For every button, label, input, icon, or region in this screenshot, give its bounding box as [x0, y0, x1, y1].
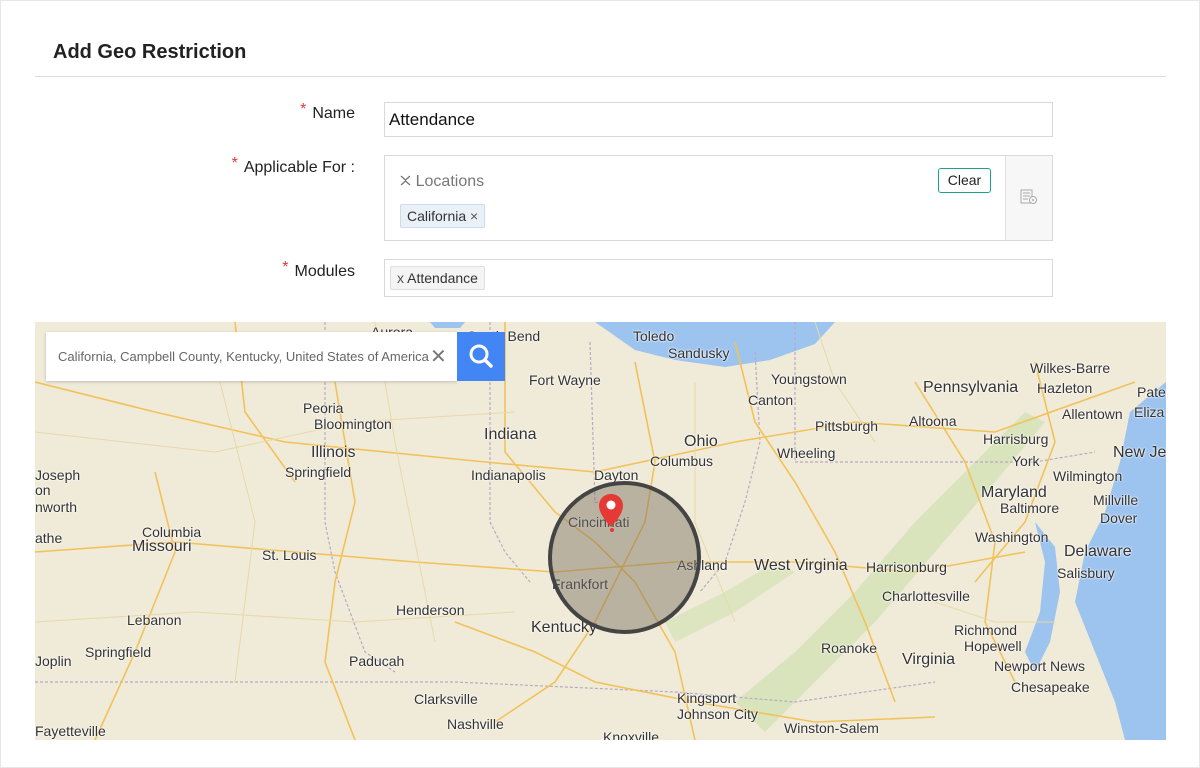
map-place-label: Harrisburg: [983, 431, 1049, 447]
map-place-label: St. Louis: [262, 547, 317, 563]
map-search-button[interactable]: [457, 332, 505, 381]
map-place-label: Indiana: [484, 426, 537, 443]
clear-button[interactable]: Clear: [938, 168, 991, 193]
required-mark: *: [282, 259, 289, 276]
map-place-label: West Virginia: [754, 557, 848, 574]
map-place-label: York: [1012, 453, 1040, 469]
map-place-label: Nashville: [447, 716, 504, 732]
geofence-radius-circle[interactable]: [548, 481, 701, 634]
list-settings-icon: [1020, 189, 1038, 210]
map-place-label: Baltimore: [1000, 500, 1060, 516]
map-place-label: Clarksville: [414, 691, 478, 707]
module-chip: x Attendance: [390, 266, 485, 290]
location-pin-icon[interactable]: [598, 493, 624, 538]
title-divider: [35, 76, 1166, 77]
map-place-label: on: [35, 482, 51, 498]
map-place-label: Henderson: [396, 602, 465, 618]
map-search-box: ✕: [46, 332, 457, 381]
map-place-label: Hopewell: [964, 638, 1022, 654]
map-place-label: Hazleton: [1037, 380, 1093, 396]
modules-field[interactable]: x Attendance: [384, 259, 1053, 297]
geo-restriction-panel: Add Geo Restriction * Name * Applicable Fo…: [0, 0, 1200, 768]
collapse-chevron-icon: [400, 174, 415, 189]
map-place-label: Indianapolis: [471, 467, 546, 483]
map-place-label: Youngstown: [771, 371, 847, 387]
map-place-label: Newport News: [994, 658, 1086, 674]
map-place-label: Charlottesville: [882, 588, 970, 604]
name-input[interactable]: [384, 102, 1053, 137]
map-place-label: nworth: [35, 499, 78, 515]
map-place-label: Ohio: [684, 433, 718, 450]
map-place-label: Springfield: [285, 464, 352, 480]
map-place-label: Canton: [748, 392, 794, 408]
map-place-label: Roanoke: [821, 640, 878, 656]
applicable-for-field[interactable]: Locations Clear California ×: [384, 155, 1053, 241]
map-place-label: Springfield: [85, 644, 152, 660]
map-place-label: Pittsburgh: [815, 418, 879, 434]
remove-chip-icon[interactable]: ×: [470, 208, 478, 224]
map-place-label: Delaware: [1064, 543, 1132, 560]
map-place-label: Sandusky: [668, 345, 730, 361]
map-place-label: Salisbury: [1057, 565, 1115, 581]
map-place-label: Columbus: [650, 453, 714, 469]
map-place-label: Joseph: [35, 467, 81, 483]
map-place-label: Washington: [975, 529, 1049, 545]
map-place-label: Virginia: [902, 651, 956, 668]
map-place-label: Wilkes-Barre: [1030, 360, 1111, 376]
map-place-label: Chesapeake: [1011, 679, 1090, 695]
map-place-label: Dover: [1100, 510, 1138, 526]
map-place-label: Knoxville: [603, 729, 660, 740]
map-place-label: New Jer: [1113, 444, 1166, 461]
map-place-label: Millville: [1093, 492, 1139, 508]
map-place-label: Joplin: [35, 653, 72, 669]
map-place-label: Kingsport: [677, 690, 737, 706]
map-place-label: Fort Wayne: [529, 372, 601, 388]
search-icon: [457, 344, 505, 385]
map-search-input[interactable]: [46, 332, 446, 381]
map-place-label: Wilmington: [1053, 468, 1123, 484]
map-place-label: Illinois: [311, 444, 356, 461]
remove-chip-icon[interactable]: x: [397, 270, 404, 286]
map-place-label: Fayetteville: [35, 723, 106, 739]
map-place-label: Pate: [1137, 384, 1166, 400]
map-view[interactable]: AuroraSouth BendToledoSanduskyWilkes-Bar…: [35, 322, 1166, 740]
map-place-label: athe: [35, 530, 63, 546]
location-chip-label: California: [407, 208, 467, 224]
map-place-label: Altoona: [909, 413, 957, 429]
map-place-label: Pennsylvania: [923, 379, 1019, 396]
map-place-label: Bloomington: [314, 416, 392, 432]
map-place-label: Richmond: [954, 622, 1018, 638]
required-mark: *: [300, 101, 307, 118]
map-place-label: Peoria: [303, 400, 344, 416]
required-mark: *: [231, 155, 238, 172]
map-place-label: Harrisonburg: [866, 559, 947, 575]
locations-group-label: Locations: [415, 173, 485, 190]
lake-michigan: [430, 322, 465, 328]
map-place-label: Allentown: [1062, 406, 1123, 422]
modules-label-text: Modules: [294, 263, 355, 280]
applicable-for-label: * Applicable For :: [155, 155, 355, 177]
name-label: * Name: [155, 101, 355, 123]
map-place-label: Missouri: [132, 538, 192, 555]
applicable-for-label-text: Applicable For :: [243, 159, 355, 176]
location-chip: California ×: [400, 204, 486, 228]
map-place-label: Wheeling: [777, 445, 836, 461]
map-place-label: Lebanon: [127, 612, 182, 628]
map-place-label: Winston-Salem: [784, 720, 879, 736]
location-picker-button[interactable]: [1005, 156, 1052, 240]
map-place-label: Johnson City: [677, 706, 758, 722]
module-chip-label: Attendance: [407, 270, 478, 286]
name-label-text: Name: [312, 105, 355, 122]
map-place-label: Paducah: [349, 653, 405, 669]
map-place-label: Eliza: [1134, 404, 1165, 420]
modules-label: * Modules: [155, 259, 355, 281]
map-place-label: Toledo: [633, 328, 675, 344]
page-title: Add Geo Restriction: [53, 41, 247, 63]
locations-group-toggle[interactable]: Locations: [400, 173, 484, 191]
clear-search-icon[interactable]: ✕: [430, 344, 447, 369]
